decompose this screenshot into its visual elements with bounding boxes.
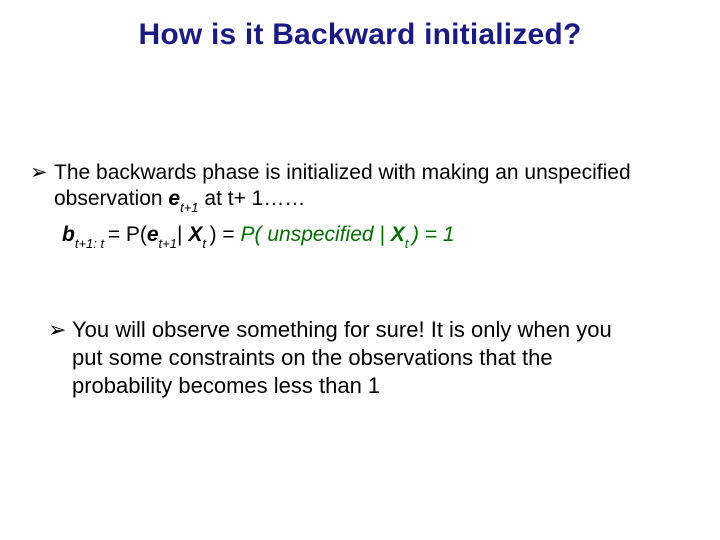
f-bar: |: [177, 223, 188, 246]
formula-line: bt+1: t = P(et+1| Xt ) = P( unspecified …: [62, 222, 690, 250]
bullet-glyph-icon: ➢: [48, 316, 72, 344]
slide: How is it Backward initialized? ➢The bac…: [0, 0, 720, 540]
p1-line2a: observation: [54, 187, 168, 210]
f-X2: X: [391, 223, 405, 246]
f-X1: X: [188, 223, 202, 246]
f-e2-sub: t+1: [159, 236, 177, 251]
f-b: b: [62, 223, 75, 246]
bullet-observe-something: ➢You will observe something for sure! It…: [48, 316, 680, 400]
bullet-backwards-init: ➢The backwards phase is initialized with…: [30, 160, 690, 215]
f-eq1: =: [108, 223, 126, 246]
p2-line2: put some constraints on the observations…: [48, 344, 553, 372]
p1-e-sub: t+1: [180, 200, 198, 215]
bullet-glyph-icon: ➢: [30, 160, 54, 186]
p2-line3: probability becomes less than 1: [48, 372, 380, 400]
p2-lead: You will observe something for sure! It …: [72, 317, 612, 342]
f-rhs-close: ) = 1: [412, 223, 455, 246]
p1-line2b: at t+ 1……: [199, 187, 306, 210]
f-e2: e: [147, 223, 159, 246]
f-rhs-open: P( unspecified |: [241, 223, 391, 246]
f-X1-sub: t: [202, 236, 209, 251]
f-X2-sub: t: [405, 236, 412, 251]
f-close1: ) =: [210, 223, 241, 246]
p1-e: e: [168, 187, 180, 210]
f-b-sub: t+1: t: [75, 236, 108, 251]
p1-lead: The backwards phase is initialized with …: [54, 161, 631, 184]
f-P1: P(: [126, 223, 147, 246]
slide-title: How is it Backward initialized?: [0, 18, 720, 52]
